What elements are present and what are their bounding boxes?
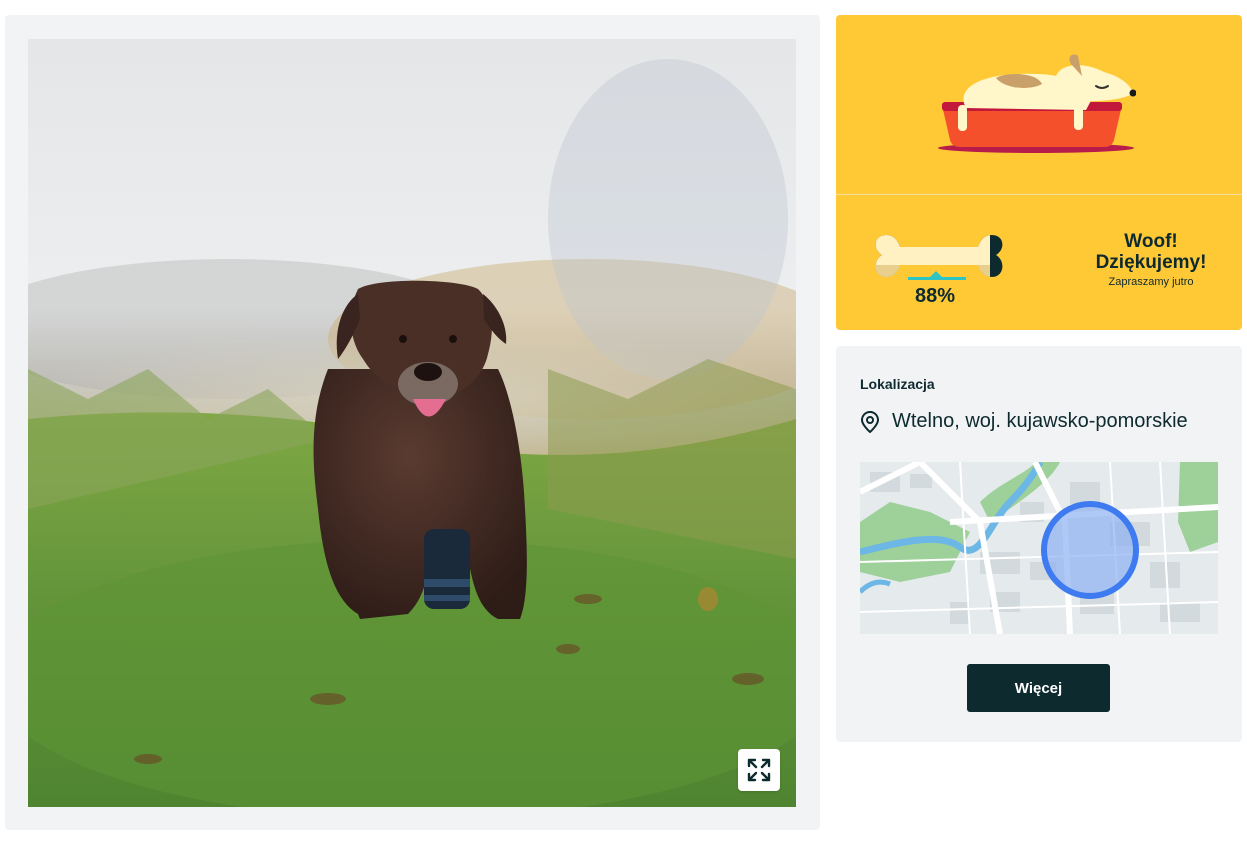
thanks-message: Woof! Dziękujemy! Zapraszamy jutro: [1076, 231, 1226, 288]
daily-status-card: 88% Woof! Dziękujemy! Zapraszamy jutro: [836, 15, 1242, 330]
location-place: Wtelno, woj. kujawsko-pomorskie: [892, 410, 1188, 432]
thanks-line-3: Zapraszamy jutro: [1108, 276, 1194, 288]
location-pin-icon: [860, 410, 880, 433]
dog-photo[interactable]: [28, 39, 796, 807]
location-card: Lokalizacja Wtelno, woj. kujawsko-pomors…: [836, 346, 1242, 742]
sleeping-dog-icon: [936, 50, 1137, 165]
thanks-line-1: Woof!: [1124, 231, 1178, 252]
expand-button[interactable]: [738, 749, 780, 791]
thanks-line-2: Dziękujemy!: [1095, 252, 1207, 273]
card-divider: [836, 194, 1242, 195]
location-title: Lokalizacja: [860, 376, 935, 392]
progress-percent: 88%: [915, 285, 956, 307]
map-image[interactable]: [860, 462, 1218, 634]
location-row: Wtelno, woj. kujawsko-pomorskie: [860, 410, 1188, 433]
photo-card: [5, 15, 820, 830]
more-button[interactable]: Więcej: [967, 664, 1110, 712]
expand-icon: [747, 758, 771, 782]
